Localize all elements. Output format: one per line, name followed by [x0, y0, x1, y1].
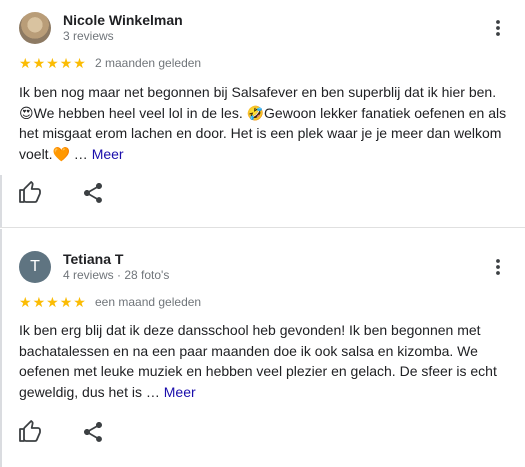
share-icon [84, 183, 102, 203]
review-text: Ik ben nog maar net begonnen bij Salsafe… [19, 82, 514, 164]
review-text: Ik ben erg blij dat ik deze dansschool h… [19, 320, 514, 402]
more-options-button[interactable] [488, 255, 508, 279]
share-button[interactable] [81, 420, 105, 444]
read-more-link[interactable]: Meer [92, 146, 124, 162]
reviewer-meta: 4 reviews · 28 foto's [63, 268, 170, 282]
thumb-up-icon [19, 420, 41, 442]
review-card: Nicole Winkelman 3 reviews ★ ★ ★ ★ ★ 2 m… [0, 0, 525, 228]
avatar[interactable] [19, 12, 51, 44]
more-vert-icon [496, 259, 500, 275]
review-date: een maand geleden [95, 295, 202, 309]
thumb-up-icon [19, 181, 41, 203]
avatar[interactable]: T [19, 251, 51, 283]
review-divider [0, 227, 525, 228]
star-rating: ★ ★ ★ ★ ★ [19, 295, 86, 309]
orange-heart-emoji: 🧡 [52, 145, 70, 162]
star-icon: ★ [59, 55, 73, 71]
star-icon: ★ [46, 55, 59, 71]
star-icon: ★ [59, 294, 73, 310]
card-edge [0, 175, 2, 227]
review-card: T Tetiana T 4 reviews · 28 foto's ★ ★ ★ … [0, 229, 525, 467]
star-icon: ★ [46, 294, 59, 310]
review-text-part: We hebben heel veel lol in de les. [33, 104, 247, 121]
star-icon: ★ [19, 294, 32, 310]
like-button[interactable] [18, 181, 42, 205]
review-text-part: Ik ben nog maar net begonnen bij Salsafe… [19, 84, 497, 100]
review-text-part: Ik ben erg blij dat ik deze dansschool h… [19, 322, 497, 400]
ellipsis: … [141, 383, 164, 400]
read-more-link[interactable]: Meer [164, 384, 196, 400]
star-icon: ★ [73, 55, 86, 71]
star-icon: ★ [19, 55, 32, 71]
like-button[interactable] [18, 420, 42, 444]
star-icon: ★ [32, 294, 46, 310]
reviewer-meta: 3 reviews [63, 29, 114, 43]
star-icon: ★ [73, 294, 86, 310]
share-icon [84, 422, 102, 442]
reviewer-name[interactable]: Tetiana T [63, 251, 123, 267]
heart-eyes-emoji: 😍 [19, 104, 34, 121]
ellipsis: … [69, 145, 92, 162]
star-rating: ★ ★ ★ ★ ★ [19, 56, 86, 70]
reviewer-name[interactable]: Nicole Winkelman [63, 12, 183, 28]
card-edge [0, 229, 2, 467]
more-vert-icon [496, 20, 500, 36]
more-options-button[interactable] [488, 16, 508, 40]
share-button[interactable] [81, 181, 105, 205]
star-icon: ★ [32, 55, 46, 71]
rofl-emoji: 🤣 [246, 104, 265, 121]
review-date: 2 maanden geleden [95, 56, 202, 70]
